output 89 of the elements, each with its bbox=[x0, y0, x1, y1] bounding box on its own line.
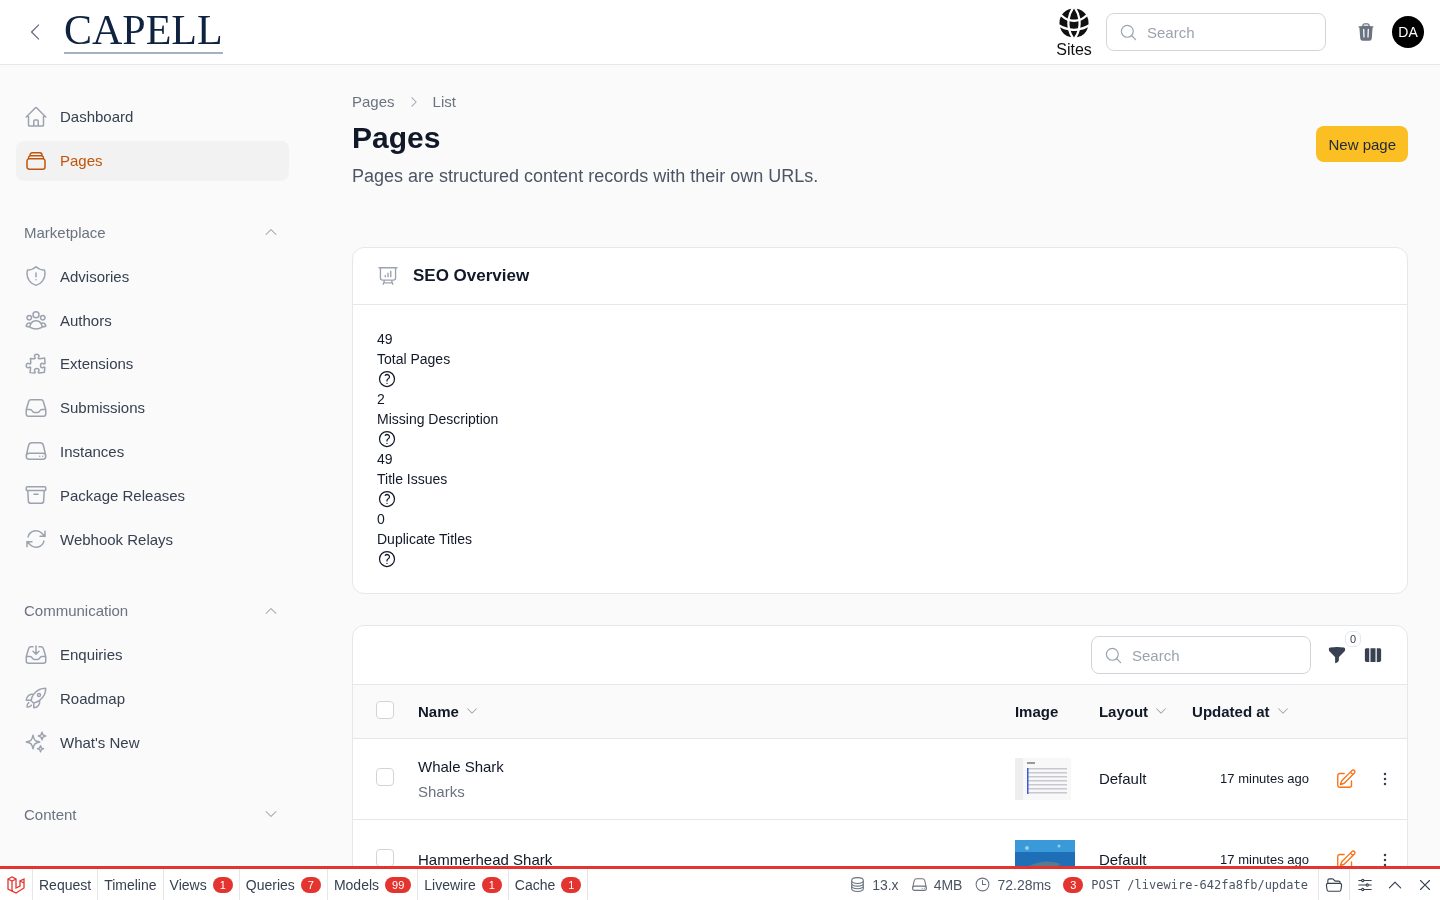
help-icon[interactable] bbox=[377, 429, 397, 449]
updated-cell: 17 minutes ago bbox=[1220, 771, 1309, 786]
nav-icon bbox=[24, 264, 48, 289]
page-description: Pages are structured content records with their own URLs. bbox=[352, 166, 819, 187]
breadcrumb-link[interactable]: List bbox=[432, 93, 456, 110]
count-badge: 99 bbox=[385, 876, 412, 893]
chart-icon bbox=[377, 265, 399, 287]
page-name: Hammerhead Shark bbox=[418, 851, 554, 866]
stat-label: Total Pages bbox=[377, 350, 451, 369]
folder-icon[interactable] bbox=[1318, 869, 1350, 900]
layout-cell: Default bbox=[1098, 851, 1147, 866]
sidebar-item[interactable]: Roadmap bbox=[16, 678, 289, 719]
sidebar-item[interactable]: Enquiries bbox=[16, 634, 289, 675]
new-page-button[interactable]: New page bbox=[1316, 126, 1408, 162]
row-checkbox[interactable] bbox=[376, 768, 394, 786]
clock-icon bbox=[974, 876, 992, 893]
duration-info: 72.28ms bbox=[997, 876, 1052, 893]
request-count-badge: 3 bbox=[1063, 876, 1084, 893]
sidebar-item[interactable]: Webhook Relays bbox=[16, 519, 289, 559]
debug-tab[interactable]: Models 99 bbox=[327, 869, 419, 900]
nav-icon bbox=[24, 351, 48, 376]
debug-tab[interactable]: Timeline bbox=[98, 869, 164, 900]
edit-icon[interactable] bbox=[1335, 848, 1357, 866]
sidebar-item[interactable]: Dashboard bbox=[16, 97, 289, 137]
search-icon bbox=[1104, 646, 1123, 665]
column-header: Image bbox=[1014, 702, 1059, 720]
debug-tab[interactable]: Request bbox=[32, 869, 99, 900]
nav-icon bbox=[24, 730, 48, 755]
stat-value: 2 bbox=[377, 390, 385, 409]
stat-label: Duplicate Titles bbox=[377, 530, 472, 549]
nav-icon bbox=[24, 104, 48, 129]
search-icon bbox=[1119, 23, 1138, 42]
help-icon[interactable] bbox=[377, 549, 397, 569]
sidebar-item[interactable]: Pages bbox=[16, 140, 289, 181]
select-all-checkbox[interactable] bbox=[376, 700, 394, 719]
column-header[interactable]: Updated at bbox=[1192, 702, 1290, 720]
stat-value: 49 bbox=[377, 450, 393, 469]
help-icon[interactable] bbox=[377, 489, 397, 509]
logo: CAPELL bbox=[64, 10, 223, 54]
nav-group-header[interactable]: Content bbox=[16, 794, 289, 834]
columns-icon[interactable] bbox=[1363, 645, 1383, 665]
nav-icon bbox=[24, 642, 48, 667]
stack-icon bbox=[849, 876, 867, 893]
sidebar-item[interactable]: Advisories bbox=[16, 256, 289, 297]
sites-button[interactable]: Sites bbox=[1056, 5, 1092, 59]
count-badge: 1 bbox=[481, 876, 502, 893]
memory-info: 4MB bbox=[933, 876, 963, 893]
page-name: Whale Shark bbox=[418, 757, 505, 775]
server-icon bbox=[910, 876, 928, 893]
sidebar-item[interactable]: Submissions bbox=[16, 387, 289, 428]
table-search-field[interactable]: Search bbox=[1091, 636, 1311, 674]
sidebar-item[interactable]: Instances bbox=[16, 431, 289, 472]
count-badge: 1 bbox=[212, 876, 233, 893]
filter-icon[interactable] bbox=[1327, 645, 1347, 665]
sidebar-item[interactable]: What's New bbox=[16, 722, 289, 763]
stat-label: Title Issues bbox=[377, 470, 448, 489]
updated-cell: 17 minutes ago bbox=[1220, 852, 1309, 866]
stat-value: 0 bbox=[377, 510, 385, 529]
sidebar-item[interactable]: Authors bbox=[16, 300, 289, 340]
nav-group-header[interactable]: Communication bbox=[16, 590, 289, 631]
user-avatar[interactable]: DA bbox=[1392, 16, 1424, 48]
nav-icon bbox=[24, 686, 48, 711]
page-title: Pages bbox=[352, 120, 442, 156]
stat-value: 49 bbox=[377, 330, 393, 349]
debug-tab[interactable]: Livewire 1 bbox=[418, 869, 509, 900]
row-checkbox[interactable] bbox=[376, 849, 394, 866]
debug-tab[interactable]: Cache 1 bbox=[508, 869, 589, 900]
stat-label: Missing Description bbox=[377, 410, 499, 429]
column-header[interactable]: Name bbox=[418, 702, 479, 720]
version-info: 13.x bbox=[872, 876, 899, 893]
sidebar-item[interactable]: Package Releases bbox=[16, 475, 289, 516]
search-field[interactable]: Search bbox=[1106, 13, 1326, 51]
help-icon[interactable] bbox=[377, 369, 397, 389]
nav-icon bbox=[24, 308, 48, 333]
cube-logo-icon bbox=[6, 874, 26, 895]
sidebar-item[interactable]: Extensions bbox=[16, 344, 289, 384]
request-path: POST /livewire-642fa8fb/update bbox=[1091, 877, 1308, 892]
page-category: Sharks bbox=[418, 782, 466, 800]
layout-cell: Default bbox=[1098, 770, 1147, 787]
card-title: SEO Overview bbox=[413, 266, 530, 286]
breadcrumb-link[interactable]: Pages bbox=[352, 93, 395, 110]
filter-count: 0 bbox=[1344, 631, 1361, 647]
debug-tab[interactable]: Queries 7 bbox=[239, 869, 328, 900]
count-badge: 7 bbox=[300, 876, 321, 893]
nav-group-header[interactable]: Marketplace bbox=[16, 212, 289, 253]
count-badge: 1 bbox=[561, 876, 582, 893]
debug-tab[interactable]: Views 1 bbox=[163, 869, 240, 900]
trash-icon[interactable] bbox=[1356, 22, 1376, 42]
edit-icon[interactable] bbox=[1335, 767, 1357, 790]
